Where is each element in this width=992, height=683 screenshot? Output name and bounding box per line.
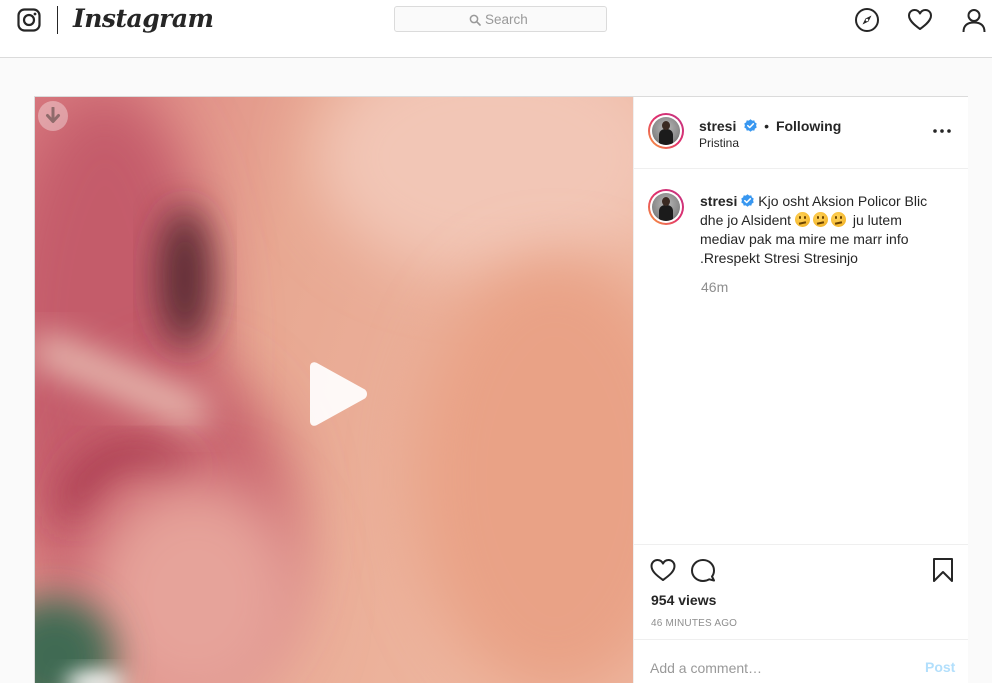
search-input[interactable] (485, 9, 595, 29)
thinking-face-emoji-icon (830, 212, 846, 227)
caption-text-4: .Rrespekt Stresi Stresinjo (700, 250, 858, 266)
compass-icon[interactable] (854, 7, 880, 33)
caption-username[interactable]: stresi (700, 193, 737, 209)
caption-avatar[interactable] (648, 189, 684, 225)
verified-badge-icon (744, 119, 757, 132)
bookmark-icon[interactable] (932, 557, 954, 583)
heart-icon[interactable] (907, 7, 933, 33)
caption-time-ago[interactable]: 46m (701, 279, 728, 295)
instagram-wordmark[interactable]: Instagram (73, 2, 214, 36)
views-count[interactable]: 954 views (651, 592, 716, 608)
caption-text-1: Kjo osht Aksion Policor Blic (758, 193, 928, 209)
header-divider (634, 168, 968, 169)
search-box[interactable] (394, 6, 607, 32)
download-button[interactable] (38, 101, 68, 131)
profile-icon[interactable] (961, 7, 987, 33)
comment-bubble-icon[interactable] (690, 558, 716, 582)
author-avatar[interactable] (648, 113, 684, 149)
caption-line-2: dhe jo Alsident ju lutem (700, 211, 962, 230)
top-nav-bar: Instagram (0, 0, 992, 58)
post-header-line: stresi • Following (699, 118, 841, 136)
search-icon (469, 14, 481, 26)
actions-divider (634, 544, 968, 545)
post-timestamp: 46 MINUTES AGO (651, 618, 738, 629)
verified-badge-icon (741, 194, 755, 207)
instagram-glyph-icon[interactable] (17, 8, 41, 32)
caption-text-3: mediav pak ma mire me marr info (700, 231, 909, 247)
caption-line-1: stresi Kjo osht Aksion Policor Blic (700, 192, 962, 211)
caption-text-2b: ju lutem (852, 212, 902, 228)
logo-divider (57, 6, 58, 34)
comment-divider (634, 639, 968, 640)
following-button[interactable]: Following (776, 118, 841, 134)
post-comment-button[interactable]: Post (925, 659, 955, 675)
post-caption: stresi Kjo osht Aksion Policor Blic dhe … (700, 192, 962, 268)
add-comment-input[interactable] (650, 658, 900, 678)
dot-separator: • (764, 118, 770, 134)
thinking-face-emoji-icon (794, 212, 810, 227)
play-icon[interactable] (306, 361, 370, 427)
caption-text-2: dhe jo Alsident (700, 212, 792, 228)
post-location[interactable]: Pristina (699, 136, 739, 150)
more-options-icon[interactable] (932, 124, 952, 138)
author-username[interactable]: stresi (699, 118, 736, 134)
arrow-down-icon (46, 107, 60, 123)
thinking-face-emoji-icon (812, 212, 828, 227)
like-heart-icon[interactable] (650, 558, 676, 582)
post-side-panel: stresi • Following Pristina stresi Kjo o… (633, 97, 968, 683)
